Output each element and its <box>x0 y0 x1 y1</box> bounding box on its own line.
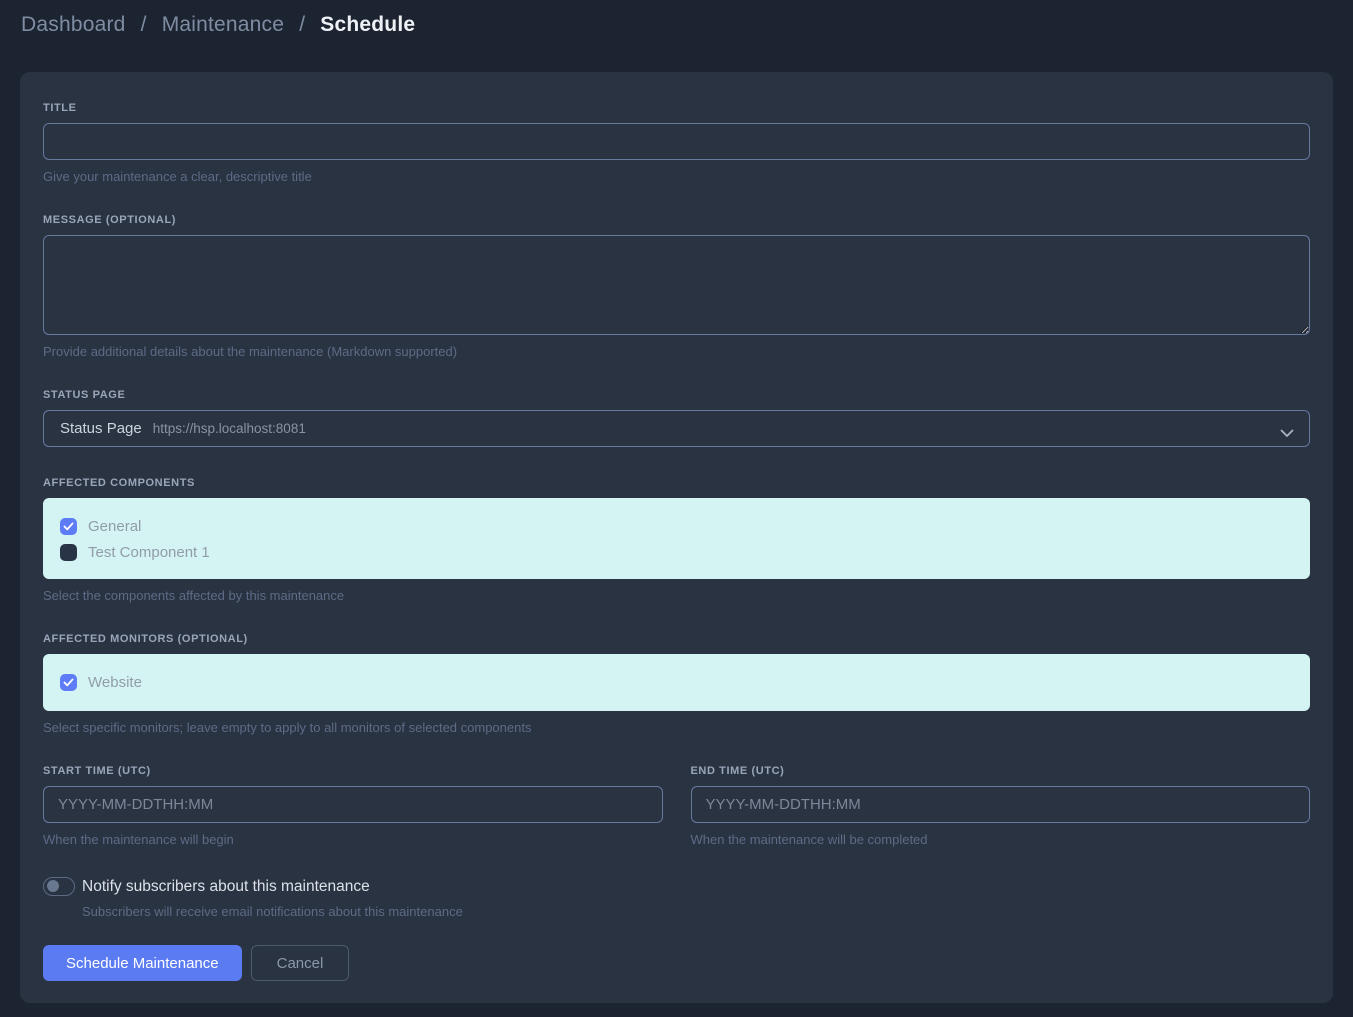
breadcrumb-separator: / <box>299 13 305 36</box>
breadcrumb-separator: / <box>141 13 147 36</box>
component-option-test-component-1[interactable]: Test Component 1 <box>60 539 1293 565</box>
notify-helper-text: Subscribers will receive email notificat… <box>82 904 1310 919</box>
notify-subscribers-label: Notify subscribers about this maintenanc… <box>82 878 370 896</box>
end-time-helper-text: When the maintenance will be completed <box>691 832 1311 847</box>
monitor-option-label: Website <box>88 674 142 691</box>
message-label: MESSAGE (OPTIONAL) <box>43 214 1310 226</box>
top-bar: Dashboard / Maintenance / Schedule <box>0 0 1353 50</box>
start-time-input[interactable] <box>43 786 663 823</box>
breadcrumb: Dashboard / Maintenance / Schedule <box>21 13 415 37</box>
form-actions: Schedule Maintenance Cancel <box>43 945 1310 981</box>
schedule-maintenance-form: TITLE Give your maintenance a clear, des… <box>20 72 1333 1003</box>
chevron-down-icon <box>1280 425 1294 442</box>
end-time-input[interactable] <box>691 786 1311 823</box>
title-input[interactable] <box>43 123 1310 160</box>
notify-subscribers-toggle[interactable] <box>43 877 75 896</box>
message-helper-text: Provide additional details about the mai… <box>43 344 1310 359</box>
breadcrumb-current-page: Schedule <box>320 13 415 36</box>
title-helper-text: Give your maintenance a clear, descripti… <box>43 169 1310 184</box>
status-page-selected-option: Status Page <box>60 420 142 437</box>
checkbox-checked-icon[interactable] <box>60 518 77 535</box>
status-page-label: STATUS PAGE <box>43 389 1310 401</box>
checkbox-checked-icon[interactable] <box>60 674 77 691</box>
checkbox-unchecked-icon[interactable] <box>60 544 77 561</box>
title-field-group: TITLE Give your maintenance a clear, des… <box>43 102 1310 184</box>
monitor-option-website[interactable]: Website <box>60 669 1293 695</box>
component-option-label: Test Component 1 <box>88 544 210 561</box>
toggle-knob <box>47 880 59 892</box>
message-textarea[interactable] <box>43 235 1310 335</box>
cancel-button[interactable]: Cancel <box>251 945 350 981</box>
message-field-group: MESSAGE (OPTIONAL) Provide additional de… <box>43 214 1310 359</box>
monitors-label: AFFECTED MONITORS (OPTIONAL) <box>43 633 1310 645</box>
end-time-label: END TIME (UTC) <box>691 765 1311 777</box>
notify-field-group: Notify subscribers about this maintenanc… <box>43 877 1310 919</box>
status-page-select[interactable]: Status Page https://hsp.localhost:8081 <box>43 410 1310 447</box>
monitors-list: Website <box>43 654 1310 711</box>
component-option-label: General <box>88 518 141 535</box>
breadcrumb-item-dashboard[interactable]: Dashboard <box>21 13 126 36</box>
components-helper-text: Select the components affected by this m… <box>43 588 1310 603</box>
status-page-field-group: STATUS PAGE Status Page https://hsp.loca… <box>43 389 1310 447</box>
start-time-helper-text: When the maintenance will begin <box>43 832 663 847</box>
status-page-selected-url: https://hsp.localhost:8081 <box>153 421 306 436</box>
breadcrumb-item-maintenance[interactable]: Maintenance <box>162 13 284 36</box>
components-label: AFFECTED COMPONENTS <box>43 477 1310 489</box>
start-time-label: START TIME (UTC) <box>43 765 663 777</box>
schedule-maintenance-button[interactable]: Schedule Maintenance <box>43 945 242 981</box>
components-list: General Test Component 1 <box>43 498 1310 579</box>
title-label: TITLE <box>43 102 1310 114</box>
monitors-helper-text: Select specific monitors; leave empty to… <box>43 720 1310 735</box>
end-time-field-group: END TIME (UTC) When the maintenance will… <box>691 765 1311 847</box>
time-fields-row: START TIME (UTC) When the maintenance wi… <box>43 765 1310 847</box>
component-option-general[interactable]: General <box>60 513 1293 539</box>
monitors-field-group: AFFECTED MONITORS (OPTIONAL) Website Sel… <box>43 633 1310 735</box>
start-time-field-group: START TIME (UTC) When the maintenance wi… <box>43 765 663 847</box>
components-field-group: AFFECTED COMPONENTS General Test Compone… <box>43 477 1310 603</box>
